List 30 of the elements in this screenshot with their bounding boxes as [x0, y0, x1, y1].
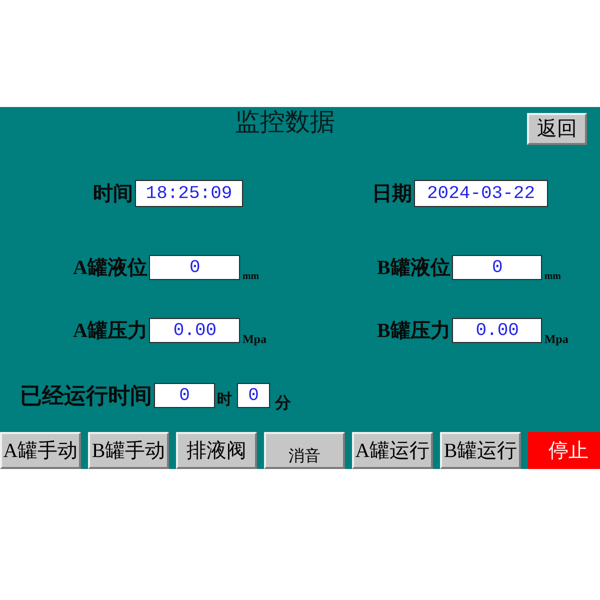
value-field: 0.00	[452, 318, 542, 343]
control-button[interactable]: A罐运行	[352, 432, 433, 469]
control-button[interactable]: A罐手动	[0, 432, 81, 469]
value-field: 18:25:09	[135, 180, 243, 207]
screen-title: 监控数据	[235, 108, 335, 138]
field-label: A罐压力	[73, 320, 148, 340]
value-field: 0.00	[149, 318, 240, 343]
field-label: 时间	[93, 184, 133, 204]
control-button[interactable]: 消音	[264, 432, 345, 469]
control-button[interactable]: B罐手动	[88, 432, 169, 469]
unit-label: Mpa	[242, 333, 266, 345]
field-label: 日期	[372, 184, 412, 204]
unit-label: 时	[217, 393, 232, 408]
value-field: 0	[149, 255, 240, 280]
unit-label: 分	[275, 396, 291, 412]
value-field: 2024-03-22	[414, 180, 548, 207]
unit-label: mm	[242, 272, 260, 282]
value-field: 0	[452, 255, 542, 280]
control-button[interactable]: 排液阀	[176, 432, 257, 469]
value-field: 0	[237, 383, 270, 408]
runtime-label: 已经运行时间	[20, 384, 152, 406]
stop-button[interactable]: 停止	[528, 432, 600, 469]
field-label: B罐液位	[377, 258, 450, 278]
field-label: A罐液位	[73, 258, 148, 278]
back-button[interactable]: 返回	[527, 113, 587, 145]
unit-label: mm	[544, 272, 562, 282]
value-field: 0	[154, 383, 215, 408]
field-label: B罐压力	[377, 320, 450, 340]
unit-label: Mpa	[544, 333, 568, 345]
control-button[interactable]: B罐运行	[440, 432, 521, 469]
